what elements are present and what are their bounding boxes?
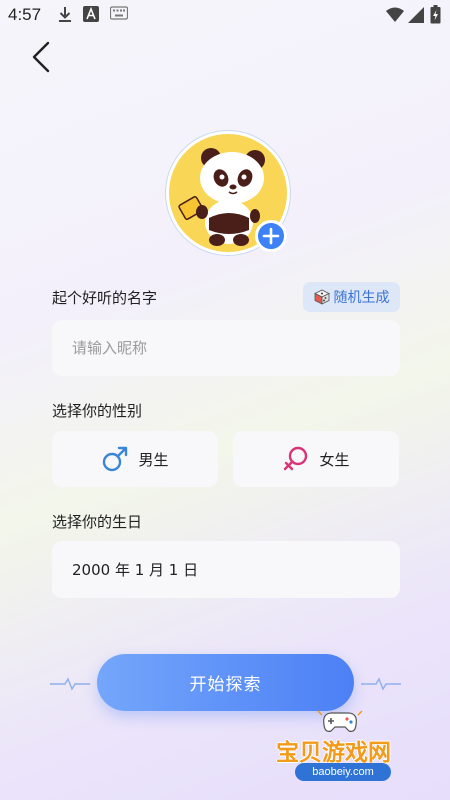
a-icon: [83, 6, 99, 22]
random-name-button[interactable]: 随机生成: [303, 282, 400, 312]
status-time: 4:57: [8, 5, 42, 24]
name-label: 起个好听的名字: [52, 289, 158, 307]
gender-female-button[interactable]: 女生: [233, 431, 399, 487]
gender-female-label: 女生: [319, 450, 350, 469]
signal-icon: [408, 7, 424, 23]
random-name-label: 随机生成: [333, 290, 390, 306]
download-icon: [59, 7, 71, 22]
birthday-picker[interactable]: 2000 年 1 月 1 日: [52, 541, 400, 598]
birthday-value: 2000 年 1 月 1 日: [72, 561, 199, 579]
start-explore-label: 开始探索: [189, 675, 262, 695]
male-symbol-icon: [103, 446, 128, 472]
watermark-title: 宝贝游戏网: [276, 740, 391, 766]
pulse-line-left-icon: [50, 677, 90, 691]
keyboard-icon: [110, 6, 128, 20]
avatar-picker[interactable]: [166, 131, 290, 255]
status-bar: 4:57: [0, 0, 450, 30]
chevron-left-icon: [32, 41, 50, 73]
nickname-input[interactable]: [52, 320, 400, 376]
watermark-url: baobeiy.com: [295, 763, 391, 781]
gender-male-button[interactable]: 男生: [52, 431, 218, 487]
wifi-icon: [386, 7, 404, 22]
gender-label: 选择你的性别: [52, 402, 143, 420]
birthday-label: 选择你的生日: [52, 513, 143, 531]
start-explore-button[interactable]: 开始探索: [97, 654, 354, 711]
pulse-line-right-icon: [361, 677, 401, 691]
battery-icon: [430, 5, 441, 24]
add-avatar-button[interactable]: [255, 220, 287, 252]
dice-icon: [313, 289, 330, 305]
plus-icon: [262, 227, 280, 245]
back-button[interactable]: [26, 40, 60, 74]
female-symbol-icon: [284, 446, 308, 471]
gender-male-label: 男生: [138, 450, 169, 469]
watermark: 宝贝游戏网 baobeiy.com: [268, 705, 424, 795]
